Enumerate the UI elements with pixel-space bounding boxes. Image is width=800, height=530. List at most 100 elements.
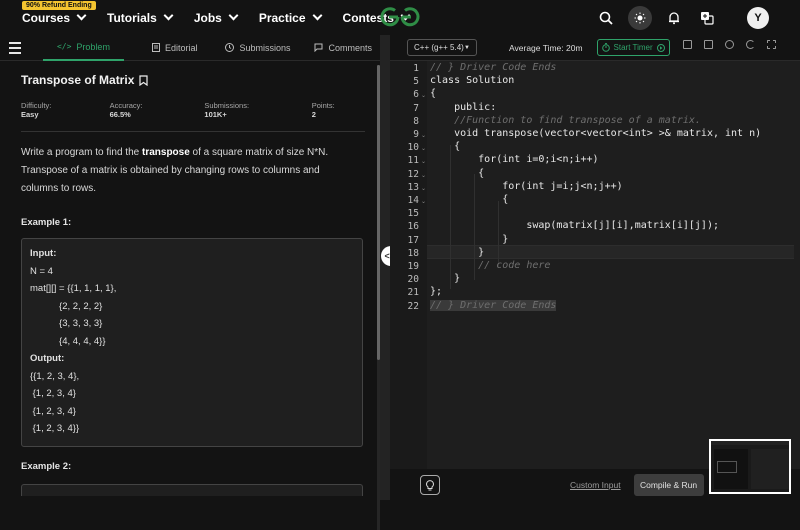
line-number: 19: [407, 261, 419, 272]
line-number: 6: [413, 89, 419, 101]
problem-description: Write a program to find the transpose of…: [21, 147, 329, 194]
promo-badge[interactable]: 90% Refund Ending: [22, 1, 96, 10]
sun-icon: [634, 12, 646, 23]
chevron-down-icon: [76, 10, 87, 21]
problem-title: Transpose of Matrix: [21, 73, 380, 87]
example-line: mat[][] = {{1, 1, 1, 1},: [30, 283, 117, 294]
code-line[interactable]: {: [430, 141, 460, 152]
points: Points: 2: [311, 101, 335, 119]
gfg-logo-icon[interactable]: [378, 6, 422, 28]
code-line[interactable]: {: [430, 88, 436, 99]
problem-panel: </> Problem Editorial Submissions Commen…: [0, 35, 380, 530]
code-line[interactable]: {: [430, 168, 484, 179]
fold-chevron-icon[interactable]: ⌄: [421, 158, 426, 165]
bookmark-icon[interactable]: [139, 74, 148, 86]
panel-splitter[interactable]: [380, 35, 390, 500]
theme-toggle-button[interactable]: [628, 5, 652, 30]
code-line[interactable]: }: [430, 247, 484, 258]
line-number: 9: [413, 129, 419, 140]
code-line[interactable]: }: [430, 273, 460, 284]
fold-chevron-icon[interactable]: ⌄: [421, 198, 426, 205]
example-1-title: Example 1:: [21, 217, 72, 228]
copy-icon[interactable]: [683, 40, 692, 49]
code-line[interactable]: for(int j=i;j<n;j++): [430, 181, 622, 192]
divider: [21, 131, 365, 132]
problem-content: Transpose of Matrix Difficulty: Easy Acc…: [0, 73, 380, 496]
comment-icon: [314, 43, 323, 52]
nav-tutorials[interactable]: Tutorials: [107, 10, 174, 25]
line-number: 10: [407, 142, 419, 154]
code-line[interactable]: public:: [430, 102, 496, 113]
average-time: Average Time: 20m: [509, 42, 583, 53]
tab-problem[interactable]: </> Problem: [42, 35, 124, 61]
code-line[interactable]: // } Driver Code Ends: [430, 299, 557, 311]
nav-practice[interactable]: Practice: [259, 11, 322, 25]
code-icon: </>: [56, 42, 72, 51]
language-select[interactable]: C++ (g++ 5.4) ▼: [407, 39, 477, 56]
chevron-down-icon: [163, 10, 174, 21]
avatar[interactable]: Y: [747, 6, 769, 29]
search-button[interactable]: [595, 7, 617, 29]
code-line[interactable]: {: [430, 194, 508, 205]
code-line[interactable]: for(int i=0;i<n;i++): [430, 154, 598, 165]
tab-submissions[interactable]: Submissions: [217, 35, 298, 61]
tab-comments[interactable]: Comments: [306, 35, 380, 61]
bell-icon: [669, 11, 679, 24]
code-area[interactable]: 1 5 6 ⌄ 7 8 9 ⌄ 10 ⌄ 11 ⌄ 12 ⌄ 13 ⌄ 14 ⌄ 15 16 17 18 19 20 21 22 …: [390, 61, 800, 469]
code-line[interactable]: swap(matrix[j][i],matrix[i][j]);: [430, 220, 719, 231]
code-line[interactable]: //Function to find transpose of a matrix…: [430, 115, 701, 126]
example-line: N = 4: [30, 265, 53, 277]
chevron-down-icon: ▼: [464, 44, 470, 51]
stopwatch-icon: [601, 43, 610, 52]
code-line[interactable]: class Solution: [430, 75, 514, 86]
example-line: Input:: [30, 248, 57, 259]
fullscreen-icon[interactable]: [767, 40, 776, 49]
example-line: {2, 2, 2, 2}: [30, 300, 103, 312]
reset-icon[interactable]: [746, 40, 755, 49]
notifications-button[interactable]: [663, 7, 685, 29]
example-line: Output:: [30, 353, 65, 364]
line-number: 5: [413, 76, 419, 88]
accuracy: Accuracy: 66.5%: [109, 101, 143, 119]
line-number: 21: [407, 287, 419, 299]
line-number: 13: [407, 181, 419, 193]
tab-editorial[interactable]: Editorial: [144, 35, 206, 61]
line-number: 1: [413, 63, 419, 74]
hint-button[interactable]: [420, 474, 440, 495]
translate-icon: [701, 11, 714, 25]
code-line[interactable]: void transpose(vector<vector<int> >& mat…: [430, 128, 761, 139]
translate-button[interactable]: [696, 7, 718, 29]
line-number: 20: [407, 274, 419, 286]
lightbulb-icon: [426, 479, 434, 490]
play-icon: [656, 43, 665, 52]
editor-scrollbar[interactable]: [794, 61, 800, 469]
line-number: 15: [407, 208, 419, 220]
example-line: {1, 2, 3, 4}}: [30, 423, 80, 434]
paste-icon[interactable]: [704, 40, 713, 49]
line-number: 8: [413, 115, 419, 127]
editor-toolbar: C++ (g++ 5.4) ▼ Average Time: 20m Start …: [390, 35, 800, 61]
code-line[interactable]: // code here: [430, 260, 550, 271]
fold-chevron-icon[interactable]: ⌄: [421, 145, 426, 152]
code-line[interactable]: }: [430, 234, 508, 245]
fold-chevron-icon[interactable]: ⌄: [421, 172, 426, 179]
example-2-box: [21, 484, 363, 496]
problem-tabs: </> Problem Editorial Submissions Commen…: [0, 35, 380, 61]
chevron-down-icon: [228, 10, 239, 21]
nav-courses[interactable]: Courses: [22, 10, 87, 25]
gear-icon[interactable]: [725, 40, 734, 49]
fold-chevron-icon[interactable]: ⌄: [421, 185, 426, 192]
code-line[interactable]: // } Driver Code Ends: [430, 62, 556, 73]
start-timer-button[interactable]: Start Timer: [596, 39, 670, 56]
code-line[interactable]: };: [430, 286, 442, 297]
nav-jobs[interactable]: Jobs: [194, 10, 239, 25]
document-icon: [151, 43, 160, 52]
fold-chevron-icon[interactable]: ⌄: [421, 132, 426, 139]
example-line: {1, 2, 3, 4}: [30, 388, 76, 399]
line-number: 12: [407, 168, 419, 180]
fold-chevron-icon[interactable]: ⌄: [421, 92, 426, 99]
menu-icon[interactable]: [9, 39, 21, 57]
custom-input-link[interactable]: Custom Input: [570, 480, 621, 490]
compile-run-button[interactable]: Compile & Run: [633, 473, 704, 496]
line-number: 7: [413, 102, 419, 114]
